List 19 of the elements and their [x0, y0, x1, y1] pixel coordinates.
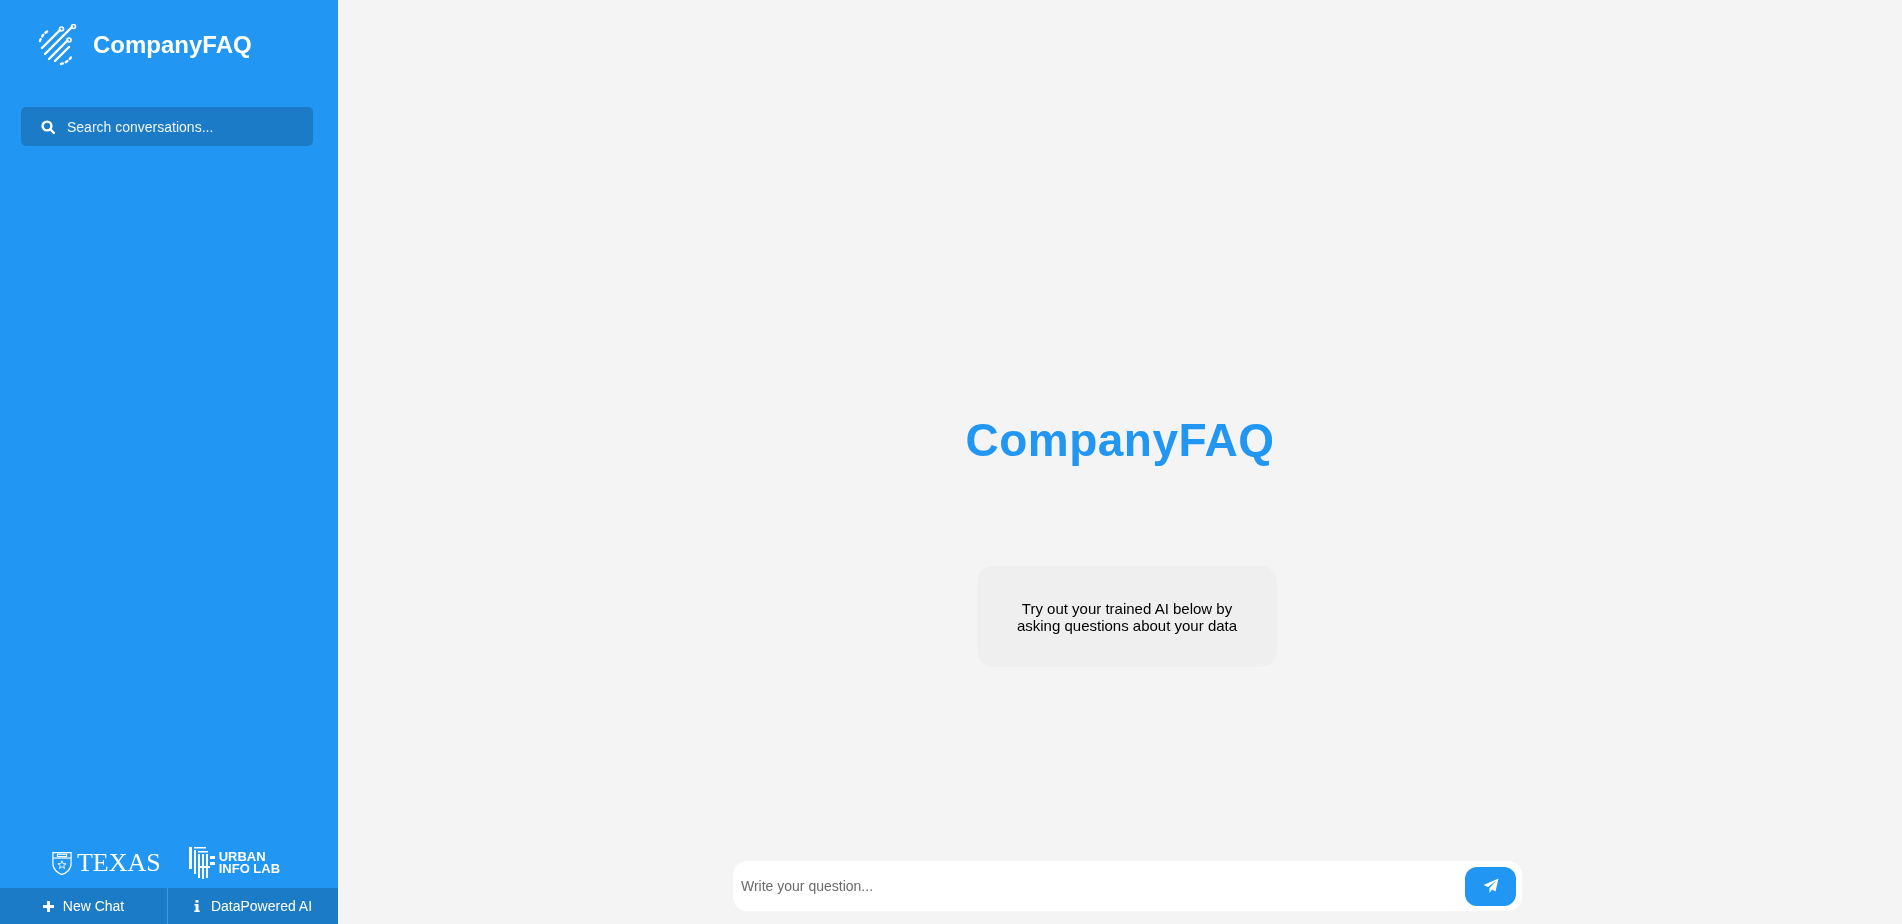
send-button[interactable] — [1465, 866, 1516, 906]
brand-name: CompanyFAQ — [93, 33, 252, 57]
send-icon — [1482, 878, 1499, 894]
page-title: CompanyFAQ — [965, 413, 1275, 468]
info-icon — [193, 900, 200, 912]
logo-icon — [36, 24, 78, 66]
search-field[interactable]: Search conversations... — [21, 107, 313, 146]
partner-wordmark: URBAN — [218, 851, 267, 863]
intro-text: Try out your trained AI below by asking questions about your data — [1015, 599, 1239, 634]
lab-emblem-icon — [186, 846, 217, 880]
about-button[interactable]: DataPowered AI — [168, 888, 338, 924]
search-icon — [41, 120, 55, 134]
partner-wordmark: INFO LAB — [218, 863, 281, 875]
shield-icon — [51, 850, 72, 876]
partner-wordmark: TEXAS — [76, 850, 161, 876]
plus-icon — [42, 900, 54, 912]
composer-bar[interactable]: Write your question... — [733, 861, 1522, 911]
new-chat-button[interactable]: New Chat — [0, 888, 168, 924]
question-field[interactable]: Write your question... — [741, 868, 1459, 904]
